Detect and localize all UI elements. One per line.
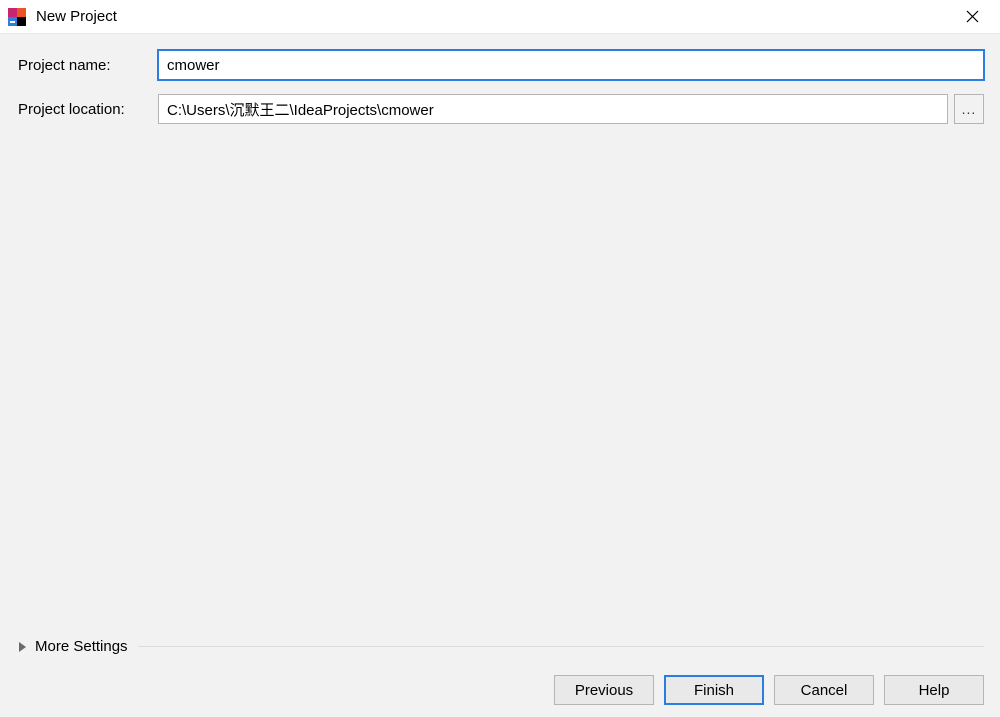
previous-button[interactable]: Previous xyxy=(554,675,654,705)
project-location-row: Project location: ... xyxy=(18,94,984,124)
finish-button[interactable]: Finish xyxy=(664,675,764,705)
chevron-right-icon xyxy=(18,642,27,652)
browse-button[interactable]: ... xyxy=(954,94,984,124)
project-name-input[interactable] xyxy=(158,50,984,80)
intellij-icon xyxy=(8,8,26,26)
help-button[interactable]: Help xyxy=(884,675,984,705)
titlebar: New Project xyxy=(0,0,1000,34)
divider xyxy=(138,646,984,647)
close-button[interactable] xyxy=(950,2,994,32)
more-settings-label: More Settings xyxy=(35,638,128,655)
project-name-row: Project name: xyxy=(18,50,984,80)
dialog-content: Project name: Project location: ... xyxy=(0,34,1000,124)
project-location-label: Project location: xyxy=(18,101,158,118)
window-title: New Project xyxy=(36,8,950,25)
close-icon xyxy=(966,10,979,23)
button-bar: Previous Finish Cancel Help xyxy=(554,675,984,705)
more-settings-toggle[interactable]: More Settings xyxy=(18,638,984,655)
project-name-label: Project name: xyxy=(18,57,158,74)
cancel-button[interactable]: Cancel xyxy=(774,675,874,705)
project-location-input[interactable] xyxy=(158,94,948,124)
